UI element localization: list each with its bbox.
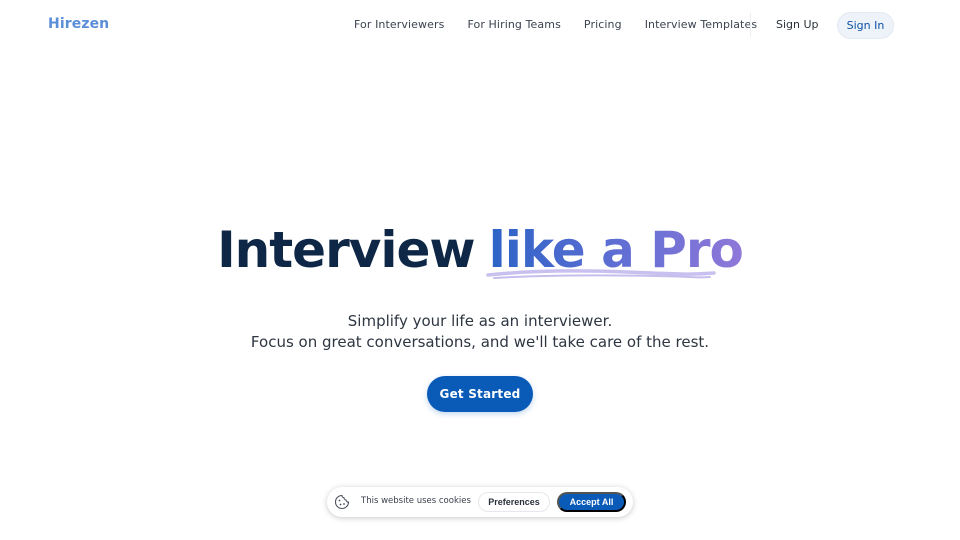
hero-subtitle-line-2: Focus on great conversations, and we'll …	[250, 333, 710, 351]
nav-link-for-hiring-teams[interactable]: For Hiring Teams	[467, 18, 560, 31]
nav-link-interview-templates[interactable]: Interview Templates	[645, 18, 757, 31]
nav-links: For Interviewers For Hiring Teams Pricin…	[354, 18, 780, 31]
nav-divider	[750, 13, 751, 37]
sign-up-link[interactable]: Sign Up	[776, 18, 819, 31]
cookie-accept-all-button[interactable]: Accept All	[557, 492, 626, 512]
landing-page: Hirezen For Interviewers For Hiring Team…	[0, 0, 960, 540]
hero-subtitle-line-1: Simplify your life as an interviewer.	[347, 312, 613, 330]
underline-swash-decoration	[486, 269, 716, 279]
nav-link-for-interviewers[interactable]: For Interviewers	[354, 18, 444, 31]
cookie-preferences-button[interactable]: Preferences	[478, 492, 550, 512]
get-started-button[interactable]: Get Started	[427, 376, 533, 412]
cookie-message: This website uses cookies	[361, 496, 471, 506]
cookie-icon	[334, 494, 350, 510]
hero-title: Interview like a Pro	[0, 218, 960, 282]
hero-subtitle: Simplify your life as an interviewer. Fo…	[0, 311, 960, 353]
nav-link-pricing[interactable]: Pricing	[584, 18, 622, 31]
top-nav: Hirezen For Interviewers For Hiring Team…	[0, 0, 960, 50]
hero-title-main: Interview	[217, 221, 476, 279]
logo[interactable]: Hirezen	[48, 16, 109, 32]
sign-in-button[interactable]: Sign In	[837, 12, 894, 39]
